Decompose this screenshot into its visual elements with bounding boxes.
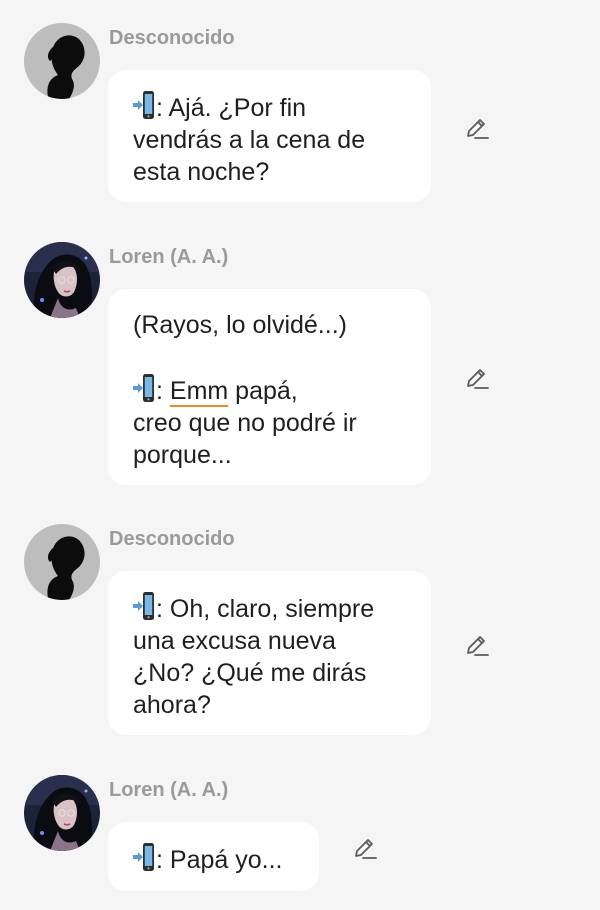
edit-button[interactable]: [462, 115, 490, 143]
pencil-icon: [467, 636, 489, 656]
sender-name: Desconocido: [109, 27, 235, 49]
message-line: : Oh, claro, siempre: [133, 591, 407, 625]
message-line: vendrás a la cena de: [133, 126, 366, 154]
message-bubble[interactable]: : Ajá. ¿Por fin vendrás a la cena de est…: [108, 70, 431, 202]
edit-button[interactable]: [462, 632, 490, 660]
message-line: : Papá yo...: [133, 842, 295, 876]
pencil-icon: [355, 839, 377, 859]
sender-name: Loren (A. A.): [109, 779, 229, 801]
sender-name: Loren (A. A.): [109, 246, 229, 268]
portrait-avatar-image: [24, 242, 100, 318]
avatar-loren[interactable]: [24, 775, 100, 851]
message-bubble[interactable]: : Oh, claro, siempre una excusa nueva ¿N…: [108, 571, 431, 735]
message-line: una excusa nueva: [133, 627, 336, 655]
silhouette-avatar-image: [24, 524, 100, 600]
message-line: : Emm papá,: [133, 373, 407, 407]
mobile-phone-arrow-icon: [133, 91, 154, 119]
message-line: ¿No? ¿Qué me dirás: [133, 659, 367, 687]
avatar-unknown[interactable]: [24, 524, 100, 600]
silhouette-avatar-image: [24, 23, 100, 99]
message-line: porque...: [133, 441, 232, 469]
edit-button[interactable]: [350, 835, 378, 863]
message-line: esta noche?: [133, 158, 270, 186]
mobile-phone-arrow-icon: [133, 843, 154, 871]
edit-button[interactable]: [462, 365, 490, 393]
misspelled-word[interactable]: Emm: [170, 377, 228, 405]
mobile-phone-arrow-icon: [133, 374, 154, 402]
mobile-phone-arrow-icon: [133, 592, 154, 620]
message-line: (Rayos, lo olvidé...): [133, 311, 347, 339]
portrait-avatar-image: [24, 775, 100, 851]
avatar-unknown[interactable]: [24, 23, 100, 99]
message-line: ahora?: [133, 691, 211, 719]
message-bubble[interactable]: (Rayos, lo olvidé...) : Emm papá, creo q…: [108, 289, 431, 485]
pencil-icon: [467, 119, 489, 139]
pencil-icon: [467, 369, 489, 389]
sender-name: Desconocido: [109, 528, 235, 550]
message-bubble[interactable]: : Papá yo...: [108, 822, 319, 891]
avatar-loren[interactable]: [24, 242, 100, 318]
message-line: : Ajá. ¿Por fin: [133, 90, 407, 124]
message-line: creo que no podré ir: [133, 409, 357, 437]
